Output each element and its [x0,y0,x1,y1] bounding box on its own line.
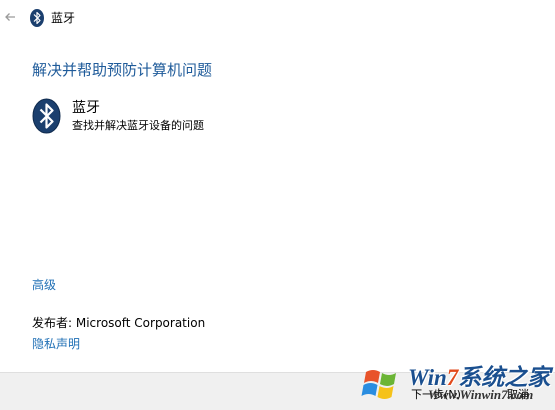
privacy-statement-link[interactable]: 隐私声明 [32,336,80,352]
arrow-left-icon [5,13,15,21]
troubleshooter-title: 蓝牙 [72,100,100,116]
advanced-link[interactable]: 高级 [32,277,56,293]
back-button[interactable] [0,5,20,29]
publisher-name: Microsoft Corporation [75,316,206,330]
bluetooth-icon [32,98,61,134]
bluetooth-icon [30,9,44,27]
footer-bar: 下一步(N) 取消 [0,372,555,410]
troubleshooter-item-bluetooth[interactable]: 蓝牙 查找并解决蓝牙设备的问题 [32,98,332,138]
next-button[interactable]: 下一步(N) [404,384,468,406]
troubleshooter-description: 查找并解决蓝牙设备的问题 [72,119,204,132]
title-bar: 蓝牙 [0,0,555,36]
page-heading: 解决并帮助预防计算机问题 [32,61,213,79]
window-title: 蓝牙 [51,11,76,25]
troubleshooter-window: 蓝牙 解决并帮助预防计算机问题 蓝牙 查找并解决蓝牙设备的问题 高级 发布者: … [0,0,555,410]
cancel-button[interactable]: 取消 [488,384,548,406]
publisher-info: 发布者: Microsoft Corporation [32,314,205,332]
publisher-label: 发布者: [32,316,76,330]
